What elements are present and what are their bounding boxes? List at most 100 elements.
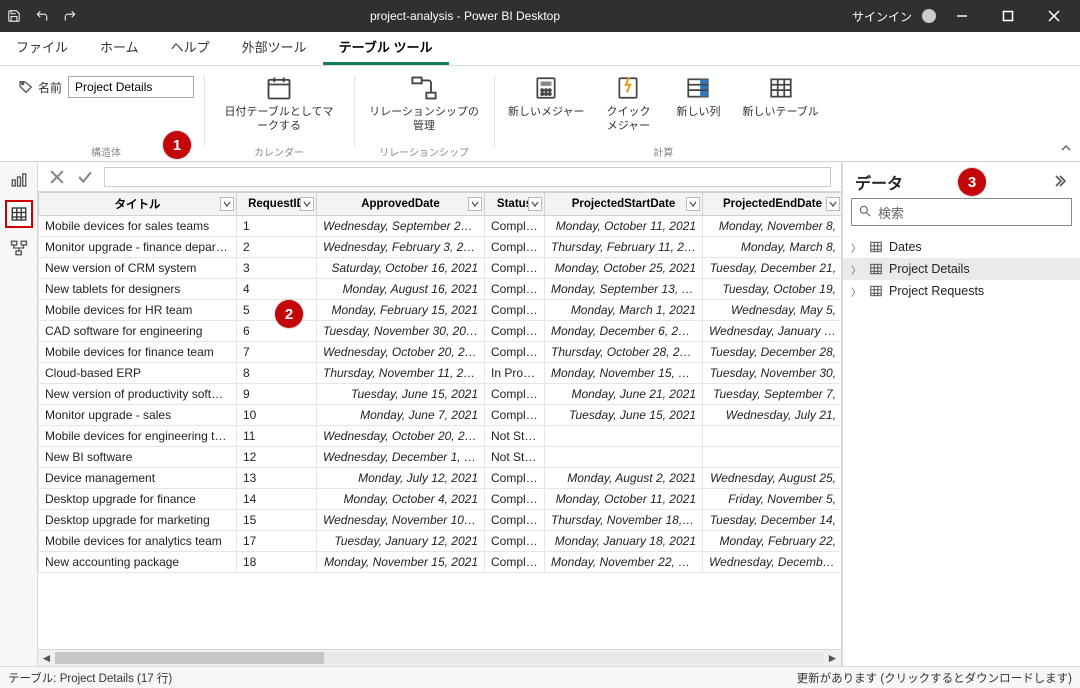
cell-pstart[interactable]: Monday, August 2, 2021 (545, 468, 703, 489)
tab-external-tools[interactable]: 外部ツール (226, 31, 323, 65)
cell-pstart[interactable]: Monday, October 25, 2021 (545, 258, 703, 279)
cell-pend[interactable]: Tuesday, September 7, (703, 384, 842, 405)
column-header-status[interactable]: Status (485, 193, 545, 216)
filter-dropdown-icon[interactable] (826, 197, 840, 211)
statusbar-update-link[interactable]: 更新があります (クリックするとダウンロードします) (797, 670, 1072, 686)
cell-title[interactable]: Monitor upgrade - finance department (39, 237, 237, 258)
cell-req[interactable]: 13 (237, 468, 317, 489)
cancel-formula-icon[interactable] (48, 168, 66, 186)
horizontal-scrollbar[interactable]: ◄ ► (38, 649, 841, 666)
cell-req[interactable]: 18 (237, 552, 317, 573)
cell-approved[interactable]: Monday, August 16, 2021 (317, 279, 485, 300)
column-header-request_id[interactable]: RequestID (237, 193, 317, 216)
cell-status[interactable]: Completed (485, 300, 545, 321)
cell-title[interactable]: Mobile devices for finance team (39, 342, 237, 363)
cell-title[interactable]: New tablets for designers (39, 279, 237, 300)
save-icon[interactable] (6, 8, 22, 24)
cell-req[interactable]: 12 (237, 447, 317, 468)
cell-pstart[interactable] (545, 426, 703, 447)
cell-status[interactable]: Completed (485, 531, 545, 552)
cell-pend[interactable]: Monday, February 22, (703, 531, 842, 552)
cell-req[interactable]: 2 (237, 237, 317, 258)
table-name-input[interactable] (68, 76, 194, 98)
cell-pend[interactable]: Wednesday, January 12, (703, 321, 842, 342)
cell-pend[interactable]: Wednesday, August 25, (703, 468, 842, 489)
cell-pend[interactable]: Tuesday, October 19, (703, 279, 842, 300)
cell-approved[interactable]: Monday, June 7, 2021 (317, 405, 485, 426)
cell-pend[interactable]: Wednesday, July 21, (703, 405, 842, 426)
cell-req[interactable]: 3 (237, 258, 317, 279)
column-header-proj_start[interactable]: ProjectedStartDate (545, 193, 703, 216)
ribbon-collapse-icon[interactable] (1060, 142, 1072, 157)
cell-status[interactable]: Completed (485, 405, 545, 426)
undo-icon[interactable] (34, 8, 50, 24)
cell-pstart[interactable]: Monday, December 6, 2021 (545, 321, 703, 342)
redo-icon[interactable] (62, 8, 78, 24)
data-view-button[interactable] (5, 200, 33, 228)
cell-approved[interactable]: Wednesday, October 20, 2021 (317, 426, 485, 447)
cell-status[interactable]: Completed (485, 237, 545, 258)
cell-approved[interactable]: Thursday, November 11, 2021 (317, 363, 485, 384)
cell-req[interactable]: 9 (237, 384, 317, 405)
table-row[interactable]: Mobile devices for engineering team11Wed… (39, 426, 842, 447)
tab-home[interactable]: ホーム (84, 31, 155, 65)
column-header-proj_end[interactable]: ProjectedEndDate (703, 193, 842, 216)
table-row[interactable]: New BI software12Wednesday, December 1, … (39, 447, 842, 468)
table-row[interactable]: Mobile devices for sales teams1Wednesday… (39, 216, 842, 237)
table-row[interactable]: Monitor upgrade - sales10Monday, June 7,… (39, 405, 842, 426)
column-header-approved[interactable]: ApprovedDate (317, 193, 485, 216)
cell-req[interactable]: 15 (237, 510, 317, 531)
cell-title[interactable]: Desktop upgrade for finance (39, 489, 237, 510)
cell-pend[interactable]: Monday, November 8, (703, 216, 842, 237)
cell-req[interactable]: 4 (237, 279, 317, 300)
cell-status[interactable]: In Progress (485, 363, 545, 384)
cell-status[interactable]: Completed (485, 216, 545, 237)
cell-pend[interactable]: Monday, March 8, (703, 237, 842, 258)
column-header-title[interactable]: タイトル (39, 193, 237, 216)
cell-approved[interactable]: Saturday, October 16, 2021 (317, 258, 485, 279)
cell-status[interactable]: Not Started (485, 447, 545, 468)
cell-pstart[interactable]: Monday, September 13, 2021 (545, 279, 703, 300)
cell-title[interactable]: CAD software for engineering (39, 321, 237, 342)
table-row[interactable]: Mobile devices for HR team5Monday, Febru… (39, 300, 842, 321)
tab-table-tools[interactable]: テーブル ツール (323, 31, 449, 65)
cell-approved[interactable]: Tuesday, November 30, 2021 (317, 321, 485, 342)
cell-pend[interactable]: Tuesday, December 28, (703, 342, 842, 363)
filter-dropdown-icon[interactable] (686, 197, 700, 211)
cell-pstart[interactable]: Tuesday, June 15, 2021 (545, 405, 703, 426)
cell-pstart[interactable]: Monday, October 11, 2021 (545, 216, 703, 237)
cell-approved[interactable]: Wednesday, October 20, 2021 (317, 342, 485, 363)
search-input[interactable]: 検索 (851, 198, 1072, 226)
cell-title[interactable]: New version of CRM system (39, 258, 237, 279)
table-row[interactable]: New version of CRM system3Saturday, Octo… (39, 258, 842, 279)
field-table-dates[interactable]: 〉Dates (843, 236, 1080, 258)
cell-title[interactable]: Cloud-based ERP (39, 363, 237, 384)
cell-req[interactable]: 10 (237, 405, 317, 426)
cell-title[interactable]: New version of productivity software (39, 384, 237, 405)
formula-input[interactable] (104, 167, 831, 187)
maximize-button[interactable] (988, 0, 1028, 32)
table-row[interactable]: Monitor upgrade - finance department2Wed… (39, 237, 842, 258)
cell-pend[interactable]: Wednesday, May 5, (703, 300, 842, 321)
cell-approved[interactable]: Monday, October 4, 2021 (317, 489, 485, 510)
cell-status[interactable]: Completed (485, 384, 545, 405)
cell-pend[interactable] (703, 447, 842, 468)
cell-approved[interactable]: Monday, February 15, 2021 (317, 300, 485, 321)
sign-in-label[interactable]: サインイン (852, 8, 912, 25)
new-measure-button[interactable]: 新しいメジャー (504, 70, 588, 120)
cell-approved[interactable]: Wednesday, December 1, 2021 (317, 447, 485, 468)
cell-req[interactable]: 8 (237, 363, 317, 384)
close-button[interactable] (1034, 0, 1074, 32)
cell-approved[interactable]: Monday, November 15, 2021 (317, 552, 485, 573)
manage-relationships-button[interactable]: リレーションシップの管理 (365, 70, 483, 134)
tab-help[interactable]: ヘルプ (155, 31, 226, 65)
cell-approved[interactable]: Wednesday, September 22, 2021 (317, 216, 485, 237)
table-row[interactable]: Mobile devices for analytics team17Tuesd… (39, 531, 842, 552)
data-grid[interactable]: タイトルRequestIDApprovedDateStatusProjected… (38, 192, 841, 649)
cell-approved[interactable]: Tuesday, January 12, 2021 (317, 531, 485, 552)
cell-pstart[interactable]: Monday, November 15, 2021 (545, 363, 703, 384)
panel-expand-icon[interactable] (1052, 173, 1068, 192)
cell-pend[interactable]: Tuesday, November 30, (703, 363, 842, 384)
new-column-button[interactable]: 新しい列 (668, 70, 728, 120)
cell-approved[interactable]: Tuesday, June 15, 2021 (317, 384, 485, 405)
